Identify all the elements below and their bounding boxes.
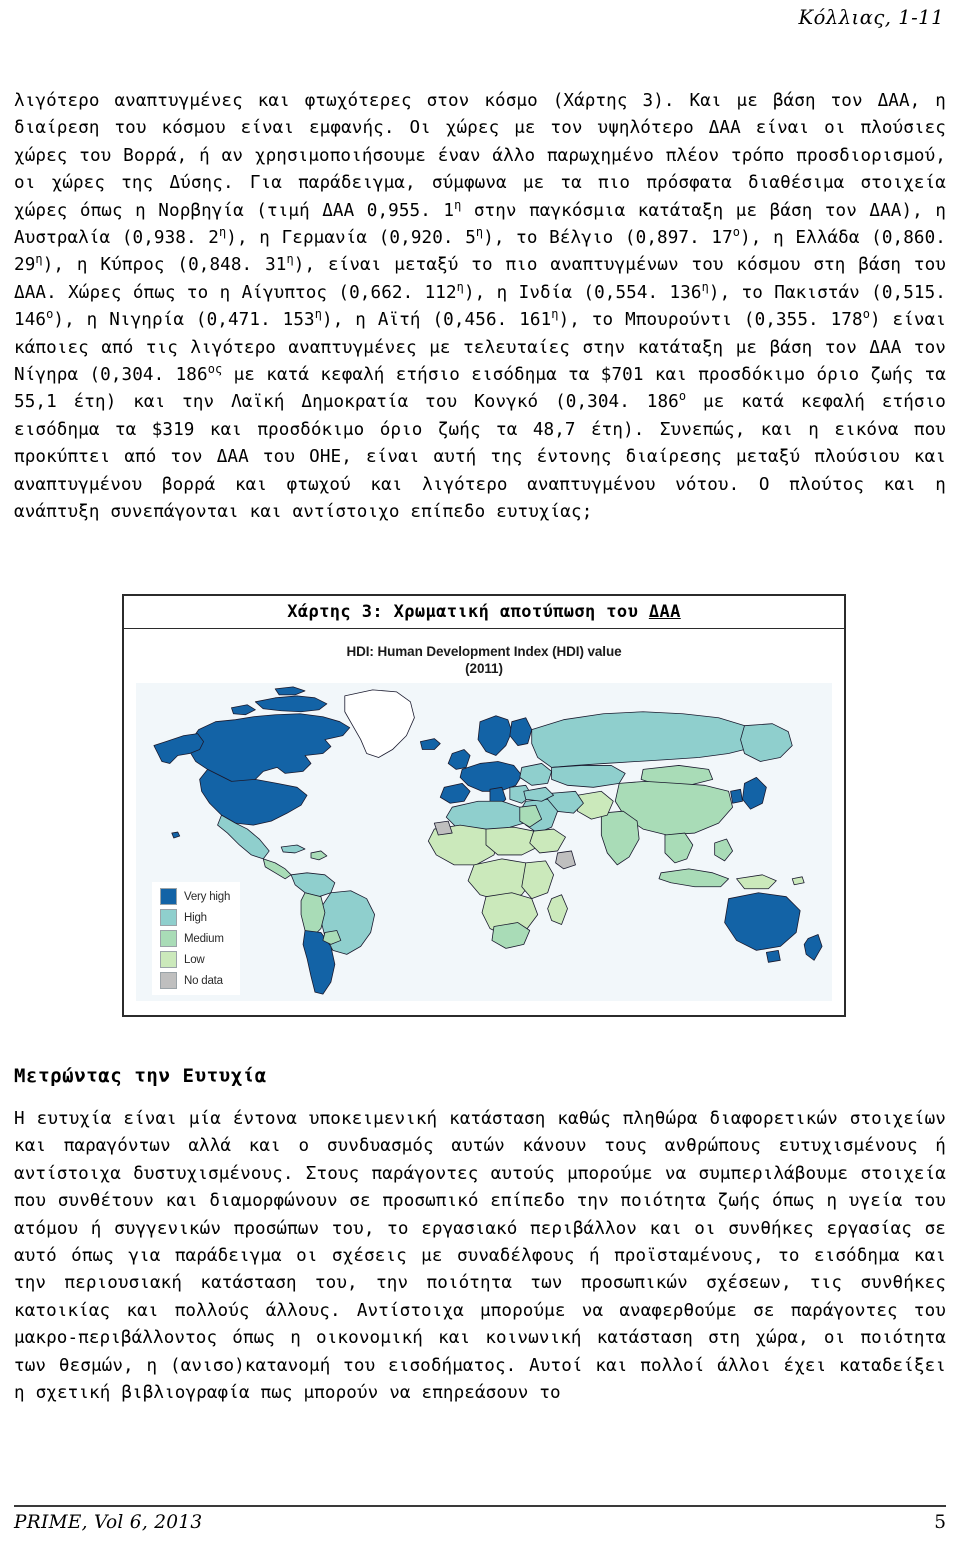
- country-canada-arctic-isles: [254, 695, 328, 713]
- legend-label-very-high: Very high: [184, 890, 231, 903]
- country-south-africa: [491, 922, 531, 949]
- country-arctic-isle-b: [274, 686, 306, 696]
- world-map-svg: [153, 686, 823, 995]
- country-new-zealand: [803, 934, 823, 961]
- para-seg-c: ), η Γερμανία (0,920. 5: [226, 228, 476, 249]
- para-seg-f: ), η Κύπρος (0,848. 31: [42, 255, 287, 276]
- country-eastern-europe: [519, 763, 553, 786]
- country-new-guinea: [736, 874, 777, 890]
- figure-caption-underlined: ΔΑΑ: [648, 602, 681, 622]
- country-somalia-nodata: [555, 850, 576, 870]
- map-title-line-1: HDI: Human Development Index (HDI) value: [346, 644, 622, 659]
- country-scandinavia: [477, 715, 513, 756]
- country-iberia: [439, 782, 471, 804]
- country-madagascar: [547, 894, 568, 925]
- country-cuba: [280, 844, 306, 854]
- legend-label-no-data: No data: [184, 974, 223, 987]
- legend-label-high: High: [184, 911, 207, 924]
- legend-item-very-high: Very high: [160, 888, 230, 905]
- footer-journal-info: PRIME, Vol 6, 2013: [14, 1512, 203, 1533]
- page-footer: PRIME, Vol 6, 2013 5: [14, 1512, 946, 1533]
- country-japan: [742, 776, 767, 810]
- map-title-line-2: (2011): [465, 661, 503, 676]
- country-horn-of-africa: [529, 828, 566, 854]
- para-seg-k: ), η Αϊτή (0,456. 161: [322, 310, 552, 331]
- legend-label-low: Low: [184, 953, 205, 966]
- sup-ordinal-7: η: [456, 279, 464, 294]
- running-head: Κόλλιας, 1-11: [798, 6, 944, 29]
- para-seg-d: ), το Βέλγιο (0,897. 17: [483, 228, 733, 249]
- section-body-block: Η ευτυχία είναι μία έντονα υποκειμενική …: [14, 1106, 946, 1407]
- paragraph-hdi-rankings: λιγότερο αναπτυγμένες και φτωχότερες στο…: [14, 88, 946, 527]
- legend-item-medium: Medium: [160, 930, 230, 947]
- sup-ordinal-8: η: [701, 279, 709, 294]
- country-caribbean-isles: [310, 850, 328, 861]
- figure-caption-box: Χάρτης 3: Χρωματική αποτύπωση του ΔΑΑ: [122, 594, 846, 629]
- country-iceland: [419, 738, 441, 750]
- country-hawaii: [171, 831, 181, 839]
- sup-ordinal-10: η: [314, 307, 323, 322]
- country-indonesia: [658, 868, 729, 888]
- footer-page-number: 5: [934, 1512, 946, 1533]
- sup-ordinal-11: η: [551, 307, 559, 322]
- sup-ordinal-5: η: [35, 252, 43, 267]
- country-korea: [730, 788, 743, 804]
- paragraph-happiness: Η ευτυχία είναι μία έντονα υποκειμενική …: [14, 1109, 946, 1404]
- map-legend: Very high High Medium Low No data: [152, 882, 241, 995]
- legend-swatch-no-data: [160, 972, 177, 989]
- country-central-america: [262, 858, 292, 880]
- country-arctic-isle-a: [231, 704, 256, 716]
- sup-ordinal-12: ο: [862, 307, 870, 322]
- para-seg-j: ), η Νιγηρία (0,471. 153: [53, 310, 315, 331]
- country-tasmania: [765, 949, 781, 963]
- document-page: Κόλλιας, 1-11 λιγότερο αναπτυγμένες και …: [0, 0, 960, 1541]
- figure-caption: Χάρτης 3: Χρωματική αποτύπωση του ΔΑΑ: [287, 602, 681, 622]
- country-greenland: [344, 689, 415, 758]
- country-peru-bolivia: [300, 892, 326, 937]
- figure-body: HDI: Human Development Index (HDI) value…: [122, 629, 846, 1017]
- footer-divider: [14, 1505, 946, 1507]
- country-finland: [509, 717, 533, 746]
- figure-map-3: Χάρτης 3: Χρωματική αποτύπωση του ΔΑΑ HD…: [122, 594, 846, 1017]
- country-philippines: [714, 838, 733, 862]
- country-russia: [531, 711, 761, 768]
- legend-swatch-high: [160, 909, 177, 926]
- sup-ordinal-4: ο: [732, 225, 741, 240]
- section-heading-measuring-happiness: Μετρώντας την Ευτυχία: [14, 1064, 267, 1087]
- country-southeast-asia: [664, 832, 694, 864]
- country-russia-east: [740, 723, 793, 762]
- country-east-africa: [521, 860, 554, 900]
- country-australia: [724, 892, 801, 951]
- country-kazakhstan: [551, 765, 626, 788]
- legend-item-no-data: No data: [160, 972, 230, 989]
- world-choropleth-map: Very high High Medium Low No data: [136, 683, 832, 1001]
- country-pacific-isles: [791, 876, 805, 886]
- legend-label-medium: Medium: [184, 932, 224, 945]
- legend-swatch-low: [160, 951, 177, 968]
- country-colombia-venezuela: [290, 872, 336, 898]
- legend-swatch-medium: [160, 930, 177, 947]
- body-paragraph-block: λιγότερο αναπτυγμένες και φτωχότερες στο…: [14, 88, 946, 527]
- sup-ordinal-6: η: [286, 252, 294, 267]
- figure-caption-text: Χάρτης 3: Χρωματική αποτύπωση του: [287, 602, 649, 622]
- country-uk-ireland: [447, 749, 471, 770]
- para-seg-l: ), το Μπουρούντι (0,355. 178: [558, 310, 863, 331]
- sup-ordinal-13: ος: [207, 362, 223, 377]
- legend-swatch-very-high: [160, 888, 177, 905]
- legend-item-high: High: [160, 909, 230, 926]
- para-seg-h: ), η Ινδία (0,554. 136: [463, 282, 702, 303]
- country-india: [600, 810, 640, 866]
- map-title: HDI: Human Development Index (HDI) value…: [136, 643, 832, 677]
- legend-item-low: Low: [160, 951, 230, 968]
- country-sahel: [485, 826, 539, 856]
